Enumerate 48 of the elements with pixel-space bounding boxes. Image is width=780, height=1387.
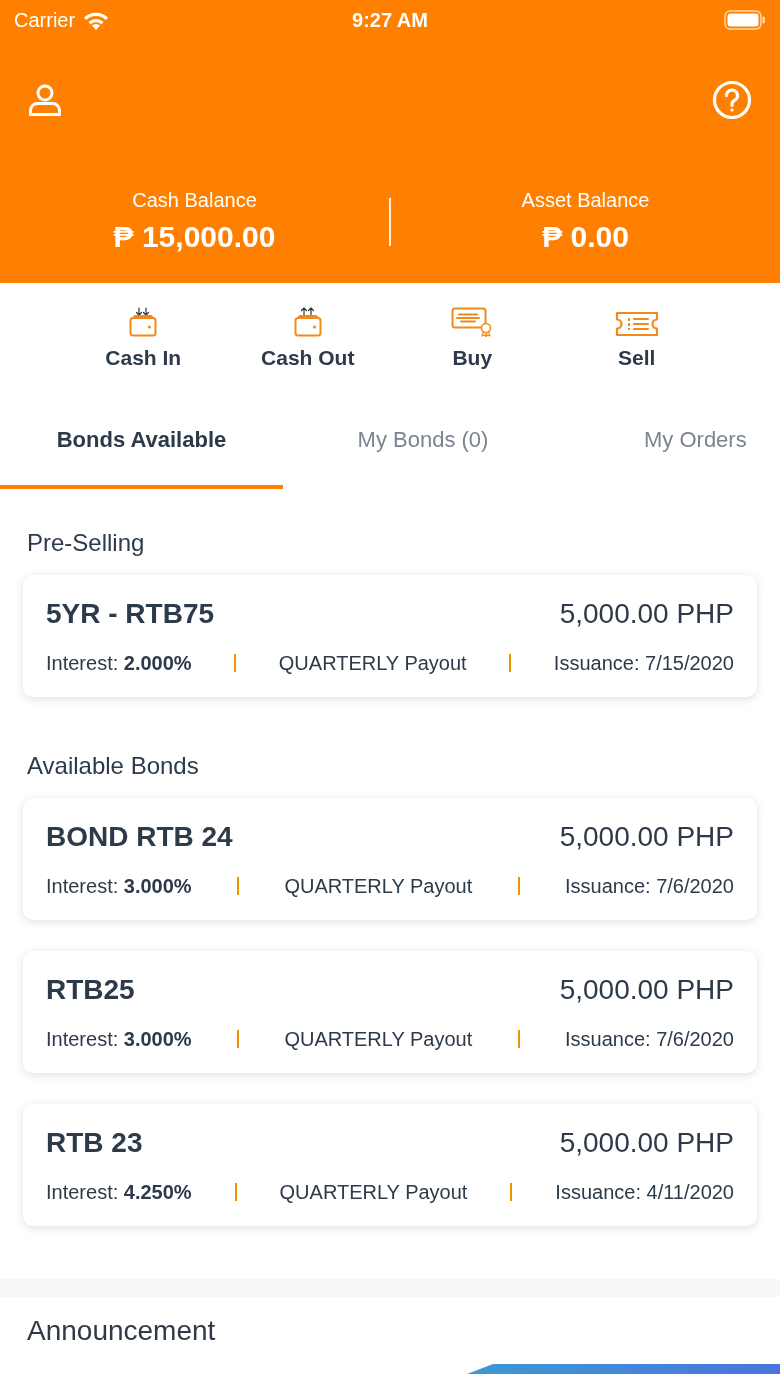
tab[interactable]: My Bonds (0): [283, 395, 563, 489]
payout-text: QUARTERLY Payout: [279, 1180, 468, 1205]
action-button[interactable]: Sell: [554, 306, 719, 371]
bond-card[interactable]: RTB25 5,000.00 PHP Interest: 3.000% QUARTERLY Payout Issuance: 7/6/2020: [23, 951, 757, 1073]
help-icon[interactable]: [712, 80, 752, 120]
tab[interactable]: Bonds Available: [0, 395, 283, 489]
announcement-title: Announcement: [27, 1314, 216, 1348]
bond-card[interactable]: RTB 23 5,000.00 PHP Interest: 4.250% QUARTERLY Payout Issuance: 4/11/2020: [23, 1104, 757, 1226]
interest-text: Interest: 4.250%: [46, 1180, 192, 1205]
action-button[interactable]: Buy: [390, 306, 555, 371]
bond-card[interactable]: BOND RTB 24 5,000.00 PHP Interest: 3.000% QUARTERLY Payout Issuance: 7/6/2020: [23, 798, 757, 920]
wallet-down-arrows-icon: [129, 307, 158, 337]
bond-card[interactable]: 5YR - RTB75 5,000.00 PHP Interest: 2.000% QUARTERLY Payout Issuance: 7/15/2020: [23, 575, 757, 697]
certificate-icon: [451, 307, 494, 337]
bond-price: 5,000.00 PHP: [559, 597, 734, 631]
bond-price: 5,000.00 PHP: [559, 820, 734, 854]
issuance-text: Issuance: 4/11/2020: [555, 1180, 734, 1205]
bond-name: RTB25: [46, 973, 135, 1007]
interest-text: Interest: 3.000%: [46, 1027, 192, 1052]
time-text: 9:27 AM: [352, 8, 428, 32]
wifi-icon: [83, 10, 110, 30]
bond-name: BOND RTB 24: [46, 820, 233, 854]
section-title: Pre-Selling: [27, 528, 145, 558]
balance-amount: ₱ 15,000.00: [113, 219, 276, 255]
issuance-text: Issuance: 7/15/2020: [553, 651, 734, 676]
user-icon[interactable]: [28, 84, 62, 116]
interest-text: Interest: 3.000%: [46, 874, 192, 899]
bond-price: 5,000.00 PHP: [559, 973, 734, 1007]
bond-price: 5,000.00 PHP: [559, 1126, 734, 1160]
section-title: Available Bonds: [27, 751, 199, 781]
payout-text: QUARTERLY Payout: [284, 1027, 473, 1052]
issuance-text: Issuance: 7/6/2020: [564, 874, 734, 899]
balance-label: Cash Balance: [132, 188, 257, 212]
interest-text: Interest: 2.000%: [46, 651, 192, 676]
issuance-text: Issuance: 7/6/2020: [564, 1027, 734, 1052]
balance-amount: ₱ 0.00: [542, 219, 629, 255]
carrier-text: Carrier: [14, 8, 76, 32]
action-button[interactable]: Cash In: [61, 306, 226, 371]
battery-icon: [724, 10, 766, 30]
balance-label: Asset Balance: [521, 188, 650, 212]
bond-name: 5YR - RTB75: [46, 597, 215, 631]
tab[interactable]: My Orders: [563, 395, 777, 489]
payout-text: QUARTERLY Payout: [284, 874, 473, 899]
ticket-icon: [614, 311, 659, 337]
wallet-up-arrows-icon: [293, 307, 322, 337]
action-button[interactable]: Cash Out: [225, 306, 390, 371]
bond-name: RTB 23: [46, 1126, 143, 1160]
payout-text: QUARTERLY Payout: [278, 651, 467, 676]
